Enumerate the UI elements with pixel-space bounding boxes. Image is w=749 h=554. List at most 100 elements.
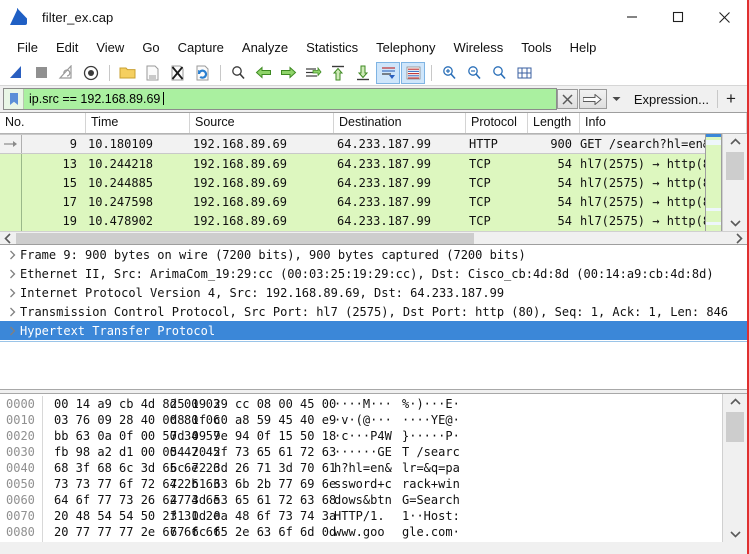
go-back-icon[interactable] <box>251 62 275 84</box>
menu-edit[interactable]: Edit <box>47 37 87 58</box>
column-header-no[interactable]: No. <box>0 113 86 133</box>
menu-statistics[interactable]: Statistics <box>297 37 367 58</box>
scrollbar-track[interactable] <box>16 232 731 245</box>
column-header-time[interactable]: Time <box>86 113 190 133</box>
detail-row[interactable]: Frame 9: 900 bytes on wire (7200 bits), … <box>0 245 747 264</box>
table-row[interactable]: 17 10.247598 192.168.89.69 64.233.187.99… <box>0 192 705 211</box>
column-header-source[interactable]: Source <box>190 113 334 133</box>
menu-tools[interactable]: Tools <box>512 37 560 58</box>
go-forward-icon[interactable] <box>276 62 300 84</box>
hex-row[interactable]: 0020 bb 63 0a 0f 00 50 34 57 7d 09 9e 94… <box>0 428 721 444</box>
filter-expression-button[interactable]: Expression... <box>627 92 717 107</box>
chevron-right-icon[interactable] <box>4 269 20 279</box>
cell-source: 192.168.89.69 <box>193 194 287 209</box>
auto-scroll-icon[interactable] <box>376 61 400 84</box>
maximize-icon[interactable] <box>655 0 701 34</box>
intelligent-scrollbar[interactable] <box>705 134 722 231</box>
hex-pane-vertical-scrollbar[interactable] <box>722 394 747 542</box>
menu-telephony[interactable]: Telephony <box>367 37 444 58</box>
normal-size-icon[interactable] <box>487 62 511 84</box>
scroll-down-icon[interactable] <box>723 215 747 231</box>
detail-row[interactable]: Ethernet II, Src: ArimaCom_19:29:cc (00:… <box>0 264 747 283</box>
start-capture-icon[interactable] <box>4 62 28 84</box>
hex-ascii-right: G=Search <box>402 493 460 507</box>
table-row[interactable]: 13 10.244218 192.168.89.69 64.233.187.99… <box>0 154 705 173</box>
capture-options-icon[interactable] <box>79 62 103 84</box>
add-filter-button[interactable]: + <box>718 89 744 109</box>
cell-time: 10.478902 <box>88 213 154 228</box>
chevron-right-icon[interactable] <box>4 250 20 260</box>
filter-text[interactable]: ip.src == 192.168.89.69 <box>24 92 556 106</box>
menu-capture[interactable]: Capture <box>169 37 233 58</box>
cell-no: 13 <box>62 156 77 171</box>
hex-ascii-left: www.goo <box>334 525 385 539</box>
zoom-in-icon[interactable] <box>437 62 461 84</box>
zoom-out-icon[interactable] <box>462 62 486 84</box>
scroll-left-icon[interactable] <box>0 232 16 245</box>
cell-source: 192.168.89.69 <box>193 213 287 228</box>
bookmark-icon[interactable] <box>4 89 24 109</box>
chevron-right-icon[interactable] <box>4 307 20 317</box>
hex-row[interactable]: 0040 68 3f 68 6c 3d 65 6e 26 6c 72 3d 26… <box>0 460 721 476</box>
detail-row-selected[interactable]: Hypertext Transfer Protocol <box>0 321 747 340</box>
clear-filter-icon[interactable] <box>556 89 578 109</box>
open-file-icon[interactable] <box>115 62 139 84</box>
menu-file[interactable]: File <box>8 37 47 58</box>
find-packet-icon[interactable] <box>226 62 250 84</box>
close-file-icon[interactable] <box>165 62 189 84</box>
table-row[interactable]: 15 10.244885 192.168.89.69 64.233.187.99… <box>0 173 705 192</box>
hex-row[interactable]: 0070 20 48 54 54 50 2f 31 2e 31 0d 0a 48… <box>0 508 721 524</box>
column-header-destination[interactable]: Destination <box>334 113 466 133</box>
scroll-up-icon[interactable] <box>723 394 747 410</box>
apply-filter-arrow-icon[interactable] <box>578 89 607 109</box>
go-to-packet-icon[interactable] <box>301 62 325 84</box>
scroll-down-icon[interactable] <box>723 526 747 542</box>
hex-ascii-left: HTTP/1. <box>334 509 385 523</box>
table-row[interactable]: 19 10.478902 192.168.89.69 64.233.187.99… <box>0 211 705 230</box>
hex-row[interactable]: 0080 20 77 77 77 2e 67 6f 6f 67 6c 65 2e… <box>0 524 721 540</box>
reload-file-icon[interactable] <box>190 62 214 84</box>
scroll-up-icon[interactable] <box>723 134 747 150</box>
scrollbar-thumb[interactable] <box>726 152 744 180</box>
menu-go[interactable]: Go <box>133 37 168 58</box>
close-icon[interactable] <box>701 0 747 34</box>
hex-bytes-right: 67 6c 65 2e 63 6f 6d 0d <box>170 525 337 539</box>
scroll-right-icon[interactable] <box>731 232 747 245</box>
menu-wireless[interactable]: Wireless <box>444 37 512 58</box>
minimize-icon[interactable] <box>609 0 655 34</box>
packet-list-horizontal-scrollbar[interactable] <box>0 231 747 244</box>
go-to-first-icon[interactable] <box>326 62 350 84</box>
hex-row[interactable]: 0050 73 73 77 6f 72 64 2b 63 72 61 63 6b… <box>0 476 721 492</box>
chevron-right-icon[interactable] <box>4 288 20 298</box>
chevron-down-icon[interactable] <box>607 89 626 109</box>
column-header-length[interactable]: Length <box>528 113 580 133</box>
scrollbar-thumb[interactable] <box>726 412 744 442</box>
row-gutter <box>0 173 22 192</box>
display-filter-input[interactable]: ip.src == 192.168.89.69 <box>3 88 557 110</box>
restart-capture-icon[interactable] <box>54 62 78 84</box>
detail-row[interactable]: Transmission Control Protocol, Src Port:… <box>0 302 747 321</box>
menu-view[interactable]: View <box>87 37 133 58</box>
save-file-icon[interactable] <box>140 62 164 84</box>
chevron-right-icon[interactable] <box>4 326 20 336</box>
current-packet-arrow-icon <box>4 141 17 147</box>
menu-help[interactable]: Help <box>561 37 606 58</box>
packet-list-vertical-scrollbar[interactable] <box>722 134 747 231</box>
colorize-packets-icon[interactable] <box>401 61 425 84</box>
hex-row[interactable]: 0030 fb 98 a2 d1 00 00 47 45 54 20 2f 73… <box>0 444 721 460</box>
hex-row[interactable]: 0060 64 6f 77 73 26 62 74 6e 47 3d 53 65… <box>0 492 721 508</box>
column-header-info[interactable]: Info <box>580 113 747 133</box>
hex-row[interactable]: 0010 03 76 09 28 40 00 80 06 d8 1f c0 a8… <box>0 412 721 428</box>
scrollbar-thumb[interactable] <box>16 232 474 244</box>
detail-row-label: Frame 9: 900 bytes on wire (7200 bits), … <box>20 247 526 262</box>
resize-columns-icon[interactable] <box>512 62 536 84</box>
hex-dump[interactable]: 0000 00 14 a9 cb 4d 8d 00 03 25 19 29 cc… <box>0 396 721 542</box>
stop-capture-icon[interactable] <box>29 62 53 84</box>
table-row[interactable]: 9 10.180109 192.168.89.69 64.233.187.99 … <box>0 134 705 154</box>
column-header-protocol[interactable]: Protocol <box>466 113 528 133</box>
cell-destination: 64.233.187.99 <box>337 137 431 151</box>
menu-analyze[interactable]: Analyze <box>233 37 297 58</box>
detail-row[interactable]: Internet Protocol Version 4, Src: 192.16… <box>0 283 747 302</box>
go-to-last-icon[interactable] <box>351 62 375 84</box>
hex-row[interactable]: 0000 00 14 a9 cb 4d 8d 00 03 25 19 29 cc… <box>0 396 721 412</box>
